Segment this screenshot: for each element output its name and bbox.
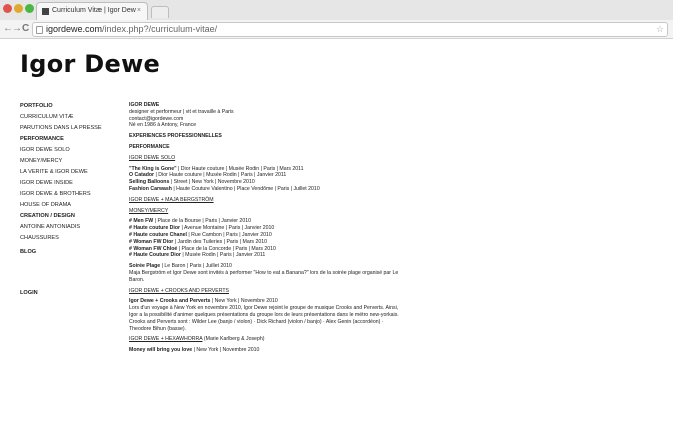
entry-members: Crooks and Perverts sont : Wilder Lee (b… <box>129 318 384 332</box>
entry-row: # Men FW | Place de la Bourse | Paris | … <box>129 218 549 225</box>
entry-detail: | Le Baron | Paris | Juillet 2010 <box>160 263 232 270</box>
tab-close-icon[interactable]: × <box>137 3 141 19</box>
address-bar[interactable]: igordewe.com/index.php?/curriculum-vitae… <box>32 22 668 37</box>
favicon-icon <box>42 8 49 15</box>
nav-portfolio[interactable]: PORTFOLIO <box>20 101 125 112</box>
page-icon <box>36 26 43 34</box>
entry-row: # Woman FW Chloé | Place de la Concorde … <box>129 246 549 253</box>
entry-title: # Woman FW Dior <box>129 238 174 245</box>
close-window-button[interactable] <box>3 4 12 13</box>
link-hexawhorra[interactable]: IGOR DEWE + HEXAWHORRA <box>129 336 202 342</box>
entry-title: O Catador <box>129 172 155 179</box>
entry-row: Soirée Plage | Le Baron | Paris | Juille… <box>129 263 549 270</box>
section-heading-experiences: EXPERIENCES PROFESSIONNELLES <box>129 133 222 140</box>
cv-name: IGOR DEWE <box>129 102 160 108</box>
entry-detail: | Place de la Bourse | Paris | Janvier 2… <box>153 218 251 225</box>
link-igor-dewe-solo[interactable]: IGOR DEWE SOLO <box>129 155 175 161</box>
url-path: /index.php?/curriculum-vitae/ <box>102 24 218 34</box>
entry-detail: | Place de la Concorde | Paris | Mars 20… <box>177 245 276 252</box>
nav-creation-design[interactable]: CREATION / DESIGN <box>20 211 125 222</box>
bookmark-star-icon[interactable]: ☆ <box>656 23 664 36</box>
entry-row: # Haute couture Chanel | Rue Cambon | Pa… <box>129 232 549 239</box>
tab-title: Curriculum Vitæ | Igor Dew <box>52 7 136 14</box>
nav-la-verite[interactable]: LA VERITE & IGOR DEWE <box>20 167 125 178</box>
nav-chaussures[interactable]: CHAUSSURES <box>20 233 125 244</box>
new-tab-button[interactable] <box>151 6 169 18</box>
entry-detail: | Street | New York | Novembre 2010 <box>169 179 255 186</box>
link-crooks-and-perverts[interactable]: IGOR DEWE + CROOKS AND PERVERTS <box>129 288 229 294</box>
nav-performance-heading[interactable]: PERFORMANCE <box>20 134 125 145</box>
nav-house-of-drama[interactable]: HOUSE OF DRAMA <box>20 200 125 211</box>
entry-title: "The King is Gone" <box>129 165 177 172</box>
entry-row: Selling Balloons | Street | New York | N… <box>129 179 549 186</box>
entry-title: Fashion Carwash <box>129 185 172 192</box>
cv-email[interactable]: contact@igordewe.com <box>129 116 549 123</box>
forward-arrow-icon[interactable]: → <box>12 22 22 36</box>
nav-money-mercy[interactable]: MONEY/MERCY <box>20 156 125 167</box>
browser-tab-bar: Curriculum Vitæ | Igor Dew × <box>0 0 673 20</box>
entry-title: Igor Dewe + Crooks and Perverts <box>129 298 211 305</box>
entry-description: Lors d'un voyage à New York en novembre … <box>129 305 399 318</box>
entry-detail: | Haute Couture Valentino | Place Vendôm… <box>171 185 320 192</box>
entry-row: # Haute couture Dior | Avenue Montaine |… <box>129 225 549 232</box>
entry-row: # Woman FW Dior | Jardin des Tuileries |… <box>129 239 549 246</box>
browser-tab[interactable]: Curriculum Vitæ | Igor Dew × <box>36 2 148 20</box>
entry-detail: | Avenue Montaine | Paris | Janvier 2010 <box>180 225 275 232</box>
entry-title: # Haute couture Chanel <box>129 231 187 238</box>
nav-igor-dewe-solo[interactable]: IGOR DEWE SOLO <box>20 145 125 156</box>
entry-detail: | New York | Novembre 2010 <box>192 347 260 354</box>
entry-row: Igor Dewe + Crooks and Perverts | New Yo… <box>129 298 549 305</box>
section-heading-performance: PERFORMANCE <box>129 143 170 150</box>
minimize-window-button[interactable] <box>14 4 23 13</box>
entry-detail: | Musée Rodin | Paris | Janvier 2011 <box>180 252 266 259</box>
sidebar-nav: PORTFOLIO CURRICULUM VITÆ PARUTIONS DANS… <box>20 101 125 299</box>
entry-detail: | Jardin des Tuileries | Paris | Mars 20… <box>173 238 268 245</box>
reload-icon[interactable]: C <box>22 22 29 36</box>
entry-row: "The King is Gone" | Dior Haute couture … <box>129 166 549 173</box>
nav-igor-dewe-inside[interactable]: IGOR DEWE INSIDE <box>20 178 125 189</box>
entry-title: Soirée Plage <box>129 263 161 270</box>
nav-curriculum-vitae[interactable]: CURRICULUM VITÆ <box>20 112 125 123</box>
url-host: igordewe.com <box>46 24 103 34</box>
entry-description: Maja Bergström et Igor Dewe sont invités… <box>129 269 399 283</box>
link-maja-bergstrom[interactable]: IGOR DEWE + MAJA BERGSTRÖM <box>129 197 214 203</box>
entry-title: Money will bring you love <box>129 347 193 354</box>
entry-detail: | Rue Cambon | Paris | Janvier 2010 <box>186 231 272 238</box>
entry-title: # Haute Couture Dior <box>129 252 181 259</box>
cv-birth: Né en 1986 à Antony, France <box>129 122 197 129</box>
entry-detail: | New York | Novembre 2010 <box>210 298 278 305</box>
link-money-mercy[interactable]: MONEY/MERCY <box>129 208 168 214</box>
nav-parutions[interactable]: PARUTIONS DANS LA PRESSE <box>20 123 125 134</box>
entry-row: Fashion Carwash | Haute Couture Valentin… <box>129 186 549 193</box>
hexawhorra-credits: (Marie Karlberg & Joseph) <box>202 336 265 343</box>
entry-row: O Catador | Dior Haute couture | Musée R… <box>129 172 549 179</box>
entry-title: # Woman FW Chloé <box>129 245 178 252</box>
nav-antoine-antoniadis[interactable]: ANTOINE ANTONIADIS <box>20 222 125 233</box>
zoom-window-button[interactable] <box>25 4 34 13</box>
entry-row: # Haute Couture Dior | Musée Rodin | Par… <box>129 252 549 259</box>
cv-bio: designer et performeur | vit et travaill… <box>129 108 234 115</box>
entry-detail: | Dior Haute couture | Musée Rodin | Par… <box>176 165 304 172</box>
entry-title: # Haute couture Dior <box>129 225 181 232</box>
site-title[interactable]: Igor Dewe <box>20 50 160 78</box>
nav-igor-dewe-brothers[interactable]: IGOR DEWE & BROTHERS <box>20 189 125 200</box>
entry-title: Selling Balloons <box>129 179 170 186</box>
browser-toolbar: ← → C igordewe.com/index.php?/curriculum… <box>0 20 673 39</box>
entry-detail: | Dior Haute couture | Musée Rodin | Par… <box>154 172 287 179</box>
nav-login[interactable]: LOGIN <box>20 288 125 299</box>
entry-row: Money will bring you love | New York | N… <box>129 347 549 354</box>
cv-content: IGOR DEWE designer et performeur | vit e… <box>129 102 549 358</box>
entry-title: # Men FW <box>129 218 154 225</box>
nav-blog[interactable]: BLOG <box>20 247 125 258</box>
